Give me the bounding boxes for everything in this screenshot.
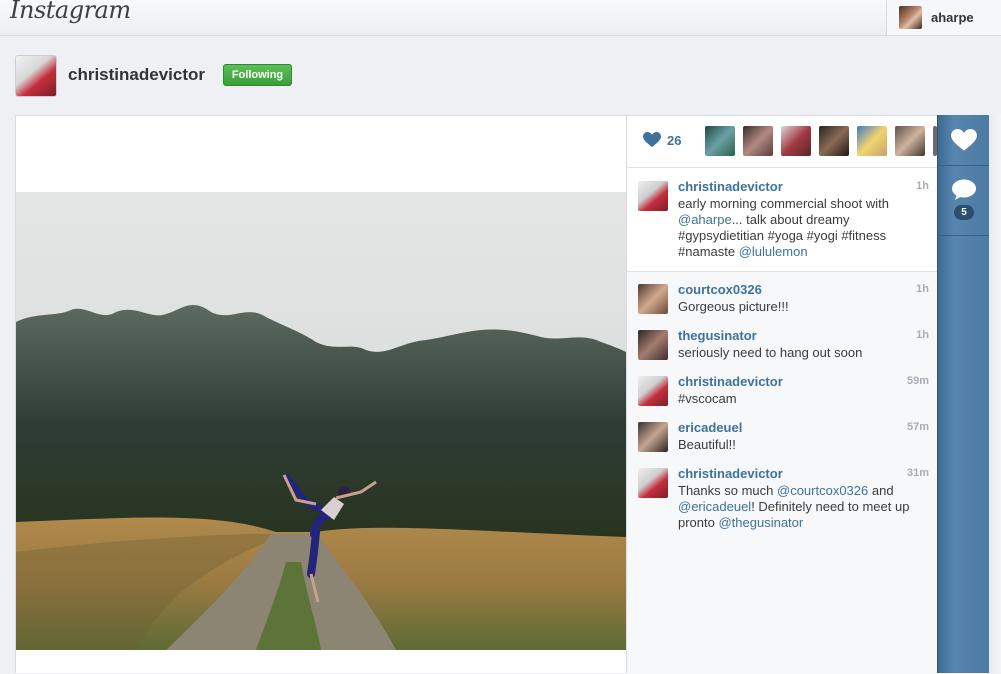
- comment-text-fragment: #vscocam: [678, 391, 737, 406]
- comment-text-fragment: Gorgeous picture!!!: [678, 299, 789, 314]
- caption-text: early morning commercial shoot with @aha…: [678, 196, 933, 260]
- comment-count-badge: 5: [954, 205, 974, 220]
- liker-avatar[interactable]: [895, 126, 925, 156]
- comment-timestamp: 1h: [916, 329, 929, 341]
- user-menu[interactable]: aharpe: [886, 0, 1001, 35]
- comment-timestamp: 57m: [906, 421, 929, 433]
- likes-row: 26: [627, 116, 937, 168]
- caption-author-avatar[interactable]: [638, 181, 668, 211]
- comment-author-avatar[interactable]: [638, 422, 668, 452]
- instagram-logo[interactable]: Instagram: [10, 0, 131, 24]
- heart-icon: [643, 132, 661, 147]
- comment-author-username[interactable]: courtcox0326: [678, 282, 762, 297]
- comment-text: seriously need to hang out soon: [678, 345, 933, 361]
- photo-card: [15, 115, 627, 673]
- comment-text: #vscocam: [678, 391, 933, 407]
- comment-text-fragment: seriously need to hang out soon: [678, 345, 863, 360]
- action-strip: 5: [937, 115, 990, 673]
- comment-bubble-icon: [952, 179, 976, 200]
- comment-text: Gorgeous picture!!!: [678, 299, 933, 315]
- comment-button[interactable]: 5: [938, 166, 990, 236]
- comment-text: Thanks so much @courtcox0326 and @ericad…: [678, 483, 933, 531]
- current-user-avatar: [899, 6, 922, 29]
- comment-author-avatar[interactable]: [638, 468, 668, 498]
- comment-text-fragment: Thanks so much: [678, 483, 777, 498]
- comment-author-username[interactable]: ericadeuel: [678, 420, 742, 435]
- comment-timestamp: 59m: [906, 375, 929, 387]
- strip-edge: [989, 115, 1001, 673]
- comment-author-avatar[interactable]: [638, 330, 668, 360]
- top-nav-bar: Instagram aharpe: [0, 0, 1001, 36]
- post-photo: [16, 192, 626, 650]
- comment-author-username[interactable]: thegusinator: [678, 328, 757, 343]
- heart-icon: [951, 128, 977, 151]
- liker-avatar[interactable]: [857, 126, 887, 156]
- mention-link[interactable]: @lululemon: [739, 244, 808, 259]
- like-button[interactable]: [938, 115, 990, 166]
- comment-text-fragment: and: [868, 483, 894, 498]
- mention-link[interactable]: @courtcox0326: [777, 483, 868, 498]
- mention-link[interactable]: @thegusinator: [718, 515, 803, 530]
- mention-link[interactable]: @aharpe: [678, 212, 732, 227]
- liker-avatar[interactable]: [819, 126, 849, 156]
- current-user-name: aharpe: [931, 10, 974, 25]
- following-button[interactable]: Following: [223, 64, 292, 86]
- caption-timestamp: 1h: [916, 180, 929, 192]
- profile-username[interactable]: christinadevictor: [68, 65, 205, 85]
- comment-text-fragment: Beautiful!!: [678, 437, 736, 452]
- post-caption: christinadevictor 1h early morning comme…: [627, 168, 937, 272]
- comment-author-avatar[interactable]: [638, 284, 668, 314]
- profile-avatar[interactable]: [15, 55, 57, 97]
- comment-author-username[interactable]: christinadevictor: [678, 466, 783, 481]
- comment-text: Beautiful!!: [678, 437, 933, 453]
- caption-author-username[interactable]: christinadevictor: [678, 179, 783, 194]
- comment-timestamp: 31m: [906, 467, 929, 479]
- liker-avatar[interactable]: [781, 126, 811, 156]
- comment-text-fragment: early morning commercial shoot with: [678, 196, 889, 211]
- comment-timestamp: 1h: [916, 283, 929, 295]
- likes-count: 26: [667, 132, 682, 148]
- post-details-panel: 26 christinadevictor 1h early morning co…: [627, 115, 937, 674]
- mention-link[interactable]: @ericadeuel: [678, 499, 751, 514]
- likes-count-button[interactable]: 26: [643, 132, 681, 148]
- comment-author-username[interactable]: christinadevictor: [678, 374, 783, 389]
- liker-avatar[interactable]: [743, 126, 773, 156]
- comment-author-avatar[interactable]: [638, 376, 668, 406]
- liker-avatar[interactable]: [705, 126, 735, 156]
- photo-illustration: [16, 192, 626, 650]
